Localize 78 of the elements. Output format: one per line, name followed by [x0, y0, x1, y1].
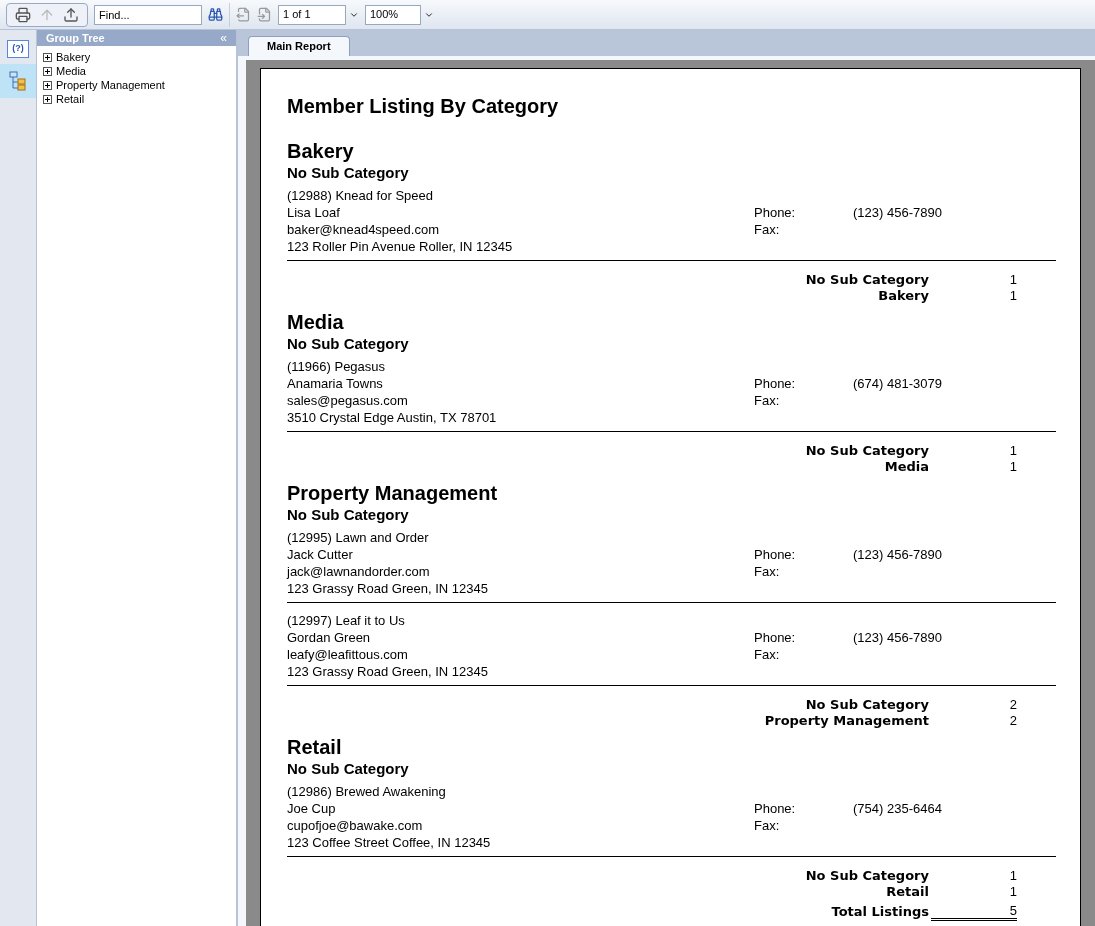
help-button[interactable]: (?): [7, 40, 29, 58]
street-address: 123 Coffee Street Coffee, IN 12345: [287, 834, 492, 851]
expand-icon[interactable]: [43, 80, 52, 90]
find-field[interactable]: Find...: [94, 4, 202, 25]
summary-label: Total Listings: [830, 903, 929, 922]
report-tab[interactable]: Main Report: [248, 36, 350, 56]
phone-number: (123) 456-7890: [853, 546, 942, 563]
page-icon[interactable]: [257, 7, 272, 22]
phone-label: Phone:: [754, 629, 797, 646]
member-name: (12995) Lawn and Order: [287, 529, 430, 546]
contact-name: Anamaria Towns: [287, 375, 384, 392]
fax-label: Fax:: [754, 221, 780, 238]
phone-label: Phone:: [754, 546, 797, 563]
email-address: leafy@leafittous.com: [287, 646, 409, 663]
summary-label: Media: [883, 458, 929, 477]
category-heading: Retail: [287, 735, 343, 759]
contact-name: Joe Cup: [287, 800, 337, 817]
summary-count: 2: [1008, 712, 1017, 731]
summary-count: 1: [1008, 867, 1017, 886]
summary-count: 5: [931, 903, 1017, 921]
summary-count: 1: [1008, 287, 1017, 306]
zoom-select[interactable]: 100%: [365, 4, 421, 25]
subcategory-heading: No Sub Category: [287, 334, 410, 354]
phone-number: (754) 235-6464: [853, 800, 942, 817]
phone-label: Phone:: [754, 375, 797, 392]
street-address: 123 Roller Pin Avenue Roller, IN 12345: [287, 238, 514, 255]
expand-icon[interactable]: [43, 94, 52, 104]
fax-label: Fax:: [754, 646, 780, 663]
summary-label: No Sub Category: [804, 442, 929, 461]
summary-count: 1: [1008, 442, 1017, 461]
summary-label: Property Management: [763, 712, 929, 731]
summary-count: 1: [1008, 458, 1017, 477]
summary-count: 2: [1008, 696, 1017, 715]
subcategory-heading: No Sub Category: [287, 505, 410, 525]
expand-icon[interactable]: [43, 66, 52, 76]
fax-label: Fax:: [754, 392, 780, 409]
email-address: cupofjoe@bawake.com: [287, 817, 424, 834]
export-icon[interactable]: [63, 6, 79, 23]
category-heading: Media: [287, 310, 345, 334]
page-select[interactable]: 1 of 1: [278, 4, 346, 25]
phone-number: (674) 481-3079: [853, 375, 942, 392]
subcategory-heading: No Sub Category: [287, 163, 410, 183]
member-name: (12988) Knead for Speed: [287, 187, 434, 204]
street-address: 3510 Crystal Edge Austin, TX 78701: [287, 409, 498, 426]
phone-number: (123) 456-7890: [853, 204, 942, 221]
street-address: 123 Grassy Road Green, IN 12345: [287, 580, 489, 597]
summary-label: Bakery: [877, 287, 929, 306]
fax-label: Fax:: [754, 817, 780, 834]
summary-count: 1: [1008, 883, 1017, 902]
contact-name: Lisa Loaf: [287, 204, 341, 221]
phone-number: (123) 456-7890: [853, 629, 942, 646]
member-name: (12986) Brewed Awakening: [287, 783, 447, 800]
fax-label: Fax:: [754, 563, 780, 580]
contact-name: Jack Cutter: [287, 546, 354, 563]
member-name: (11966) Pegasus: [287, 358, 387, 375]
summary-label: No Sub Category: [804, 271, 929, 290]
summary-count: 1: [1008, 271, 1017, 290]
street-address: 123 Grassy Road Green, IN 12345: [287, 663, 489, 680]
subcategory-heading: No Sub Category: [287, 759, 410, 779]
phone-label: Phone:: [754, 204, 797, 221]
print-icon[interactable]: [15, 6, 31, 23]
phone-label: Phone:: [754, 800, 797, 817]
tree-icon: [9, 71, 27, 91]
summary-label: No Sub Category: [804, 696, 929, 715]
expand-icon[interactable]: [43, 52, 52, 62]
email-address: baker@knead4speed.com: [287, 221, 440, 238]
category-heading: Property Management: [287, 481, 499, 505]
contact-name: Gordan Green: [287, 629, 372, 646]
search-icon[interactable]: [208, 7, 223, 22]
page-icon[interactable]: [236, 7, 251, 22]
member-name: (12997) Leaf it to Us: [287, 612, 406, 629]
panel-title: Group Tree: [46, 30, 105, 46]
report-title: Member Listing By Category: [287, 94, 560, 119]
summary-label: No Sub Category: [804, 867, 929, 886]
email-address: jack@lawnandorder.com: [287, 563, 431, 580]
summary-label: Retail: [885, 883, 929, 902]
category-heading: Bakery: [287, 139, 355, 163]
email-address: sales@pegasus.com: [287, 392, 409, 409]
